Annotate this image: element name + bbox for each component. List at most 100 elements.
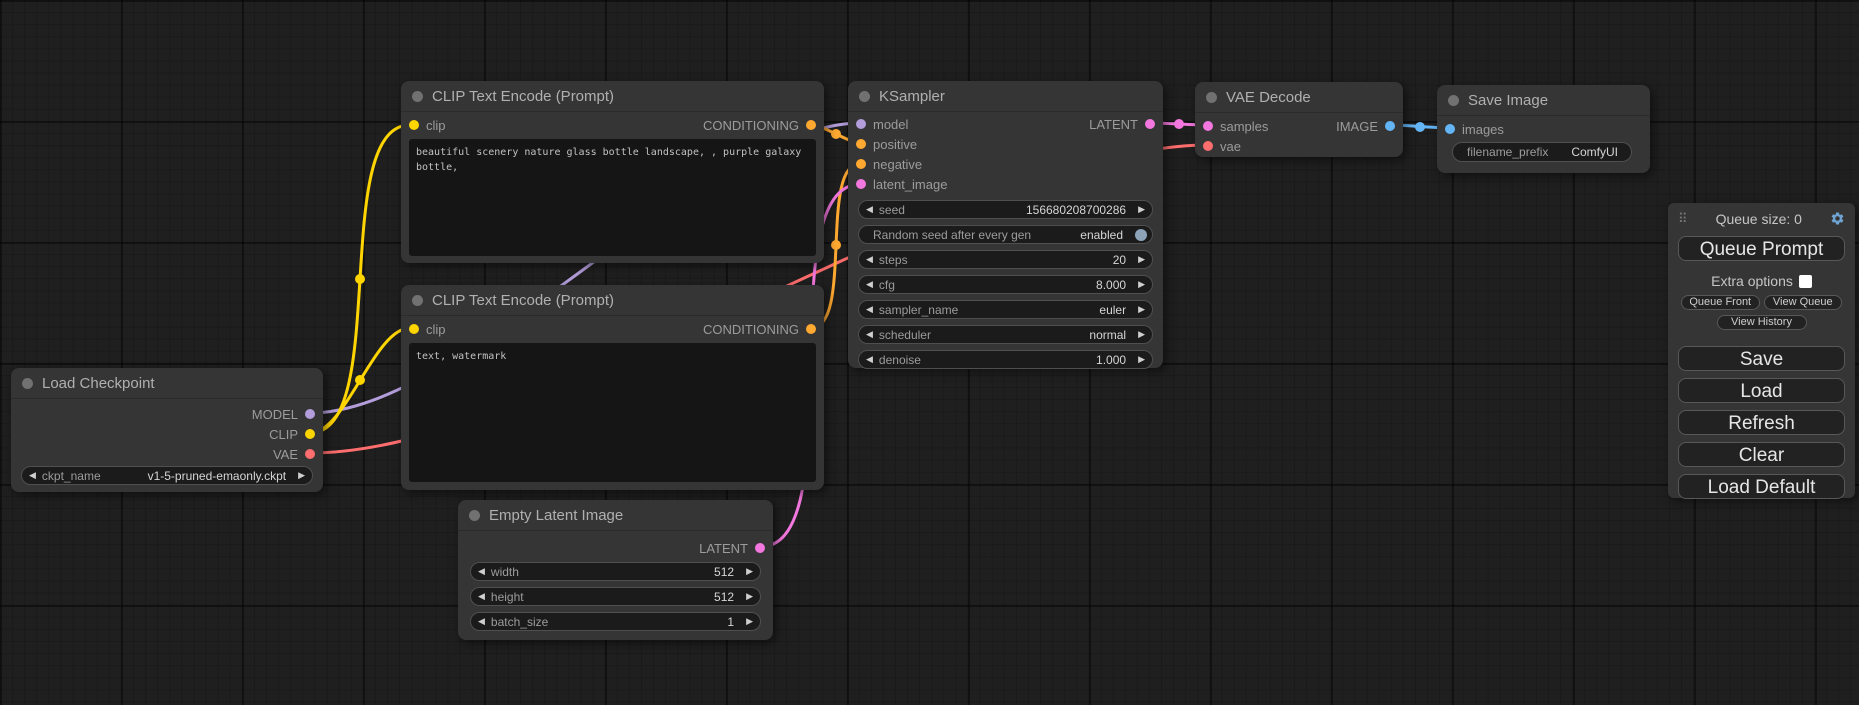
link-dot: [1174, 119, 1184, 129]
input-slot-vae[interactable]: [1203, 141, 1213, 151]
queue-size-label: Queue size: 0: [1716, 211, 1802, 227]
input-slot-model[interactable]: [856, 119, 866, 129]
node-title-bar[interactable]: Load Checkpoint: [11, 368, 323, 399]
filename-prefix-widget[interactable]: filename_prefix ComfyUI: [1452, 142, 1632, 162]
queue-prompt-button[interactable]: Queue Prompt: [1678, 236, 1845, 261]
node-title-bar[interactable]: CLIP Text Encode (Prompt): [401, 285, 824, 316]
input-slot-clip[interactable]: [409, 324, 419, 334]
gear-icon[interactable]: [1830, 211, 1845, 226]
input-label: negative: [873, 157, 922, 172]
widget-value: 8.000: [1096, 278, 1126, 292]
increment-icon[interactable]: ▶: [746, 592, 753, 601]
output-slot-conditioning[interactable]: [806, 120, 816, 130]
decrement-icon[interactable]: ◀: [29, 471, 36, 480]
extra-options-label: Extra options: [1711, 273, 1793, 289]
increment-icon[interactable]: ▶: [746, 567, 753, 576]
input-label: samples: [1220, 119, 1268, 134]
node-vae-decode[interactable]: VAE Decode samples IMAGE vae: [1195, 82, 1403, 157]
random-seed-toggle-widget[interactable]: Random seed after every gen enabled: [858, 225, 1153, 244]
collapse-dot-icon[interactable]: [469, 510, 480, 521]
refresh-button[interactable]: Refresh: [1678, 410, 1845, 435]
node-title: VAE Decode: [1226, 89, 1311, 106]
node-title-bar[interactable]: Save Image: [1437, 85, 1650, 116]
increment-icon[interactable]: ▶: [1138, 330, 1145, 339]
height-widget[interactable]: ◀ height 512 ▶: [470, 587, 761, 606]
input-slot-images[interactable]: [1445, 124, 1455, 134]
output-slot-conditioning[interactable]: [806, 324, 816, 334]
increment-icon[interactable]: ▶: [298, 471, 305, 480]
load-button[interactable]: Load: [1678, 378, 1845, 403]
input-row-negative: negative: [848, 154, 1163, 174]
drag-handle-icon[interactable]: ⠿: [1678, 211, 1688, 227]
widget-label: batch_size: [491, 615, 548, 629]
width-widget[interactable]: ◀ width 512 ▶: [470, 562, 761, 581]
denoise-widget[interactable]: ◀ denoise 1.000 ▶: [858, 350, 1153, 369]
view-history-button[interactable]: View History: [1717, 315, 1807, 330]
input-slot-negative[interactable]: [856, 159, 866, 169]
increment-icon[interactable]: ▶: [1138, 280, 1145, 289]
view-queue-button[interactable]: View Queue: [1764, 295, 1843, 310]
node-empty-latent-image[interactable]: Empty Latent Image LATENT ◀ width 512 ▶ …: [458, 500, 773, 640]
decrement-icon[interactable]: ◀: [866, 355, 873, 364]
node-title-bar[interactable]: Empty Latent Image: [458, 500, 773, 531]
decrement-icon[interactable]: ◀: [478, 567, 485, 576]
queue-front-button[interactable]: Queue Front: [1681, 295, 1760, 310]
collapse-dot-icon[interactable]: [859, 91, 870, 102]
decrement-icon[interactable]: ◀: [866, 280, 873, 289]
decrement-icon[interactable]: ◀: [866, 305, 873, 314]
output-slot-latent[interactable]: [755, 543, 765, 553]
node-title-bar[interactable]: KSampler: [848, 81, 1163, 112]
steps-widget[interactable]: ◀ steps 20 ▶: [858, 250, 1153, 269]
node-title: Save Image: [1468, 92, 1548, 109]
decrement-icon[interactable]: ◀: [478, 617, 485, 626]
collapse-dot-icon[interactable]: [412, 91, 423, 102]
increment-icon[interactable]: ▶: [1138, 355, 1145, 364]
output-slot-vae[interactable]: [305, 449, 315, 459]
load-default-button[interactable]: Load Default: [1678, 474, 1845, 499]
node-title: CLIP Text Encode (Prompt): [432, 292, 614, 309]
node-ksampler[interactable]: KSampler model LATENT positive negative …: [848, 81, 1163, 368]
prompt-textarea[interactable]: beautiful scenery nature glass bottle la…: [409, 139, 816, 256]
cfg-widget[interactable]: ◀ cfg 8.000 ▶: [858, 275, 1153, 294]
decrement-icon[interactable]: ◀: [866, 255, 873, 264]
collapse-dot-icon[interactable]: [412, 295, 423, 306]
toggle-enabled-icon[interactable]: [1135, 229, 1147, 241]
batch-size-widget[interactable]: ◀ batch_size 1 ▶: [470, 612, 761, 631]
prompt-textarea[interactable]: text, watermark: [409, 343, 816, 482]
output-slot-image[interactable]: [1385, 121, 1395, 131]
collapse-dot-icon[interactable]: [1206, 92, 1217, 103]
node-title-bar[interactable]: VAE Decode: [1195, 82, 1403, 113]
node-title-bar[interactable]: CLIP Text Encode (Prompt): [401, 81, 824, 112]
comfyui-canvas[interactable]: { "icons": { "left_arrow": "◀", "right_a…: [0, 0, 1859, 705]
scheduler-widget[interactable]: ◀ scheduler normal ▶: [858, 325, 1153, 344]
widget-value: 1.000: [1096, 353, 1126, 367]
node-load-checkpoint[interactable]: Load Checkpoint MODEL CLIP VAE ◀ ckpt_na…: [11, 368, 323, 492]
node-clip-text-encode-positive[interactable]: CLIP Text Encode (Prompt) clip CONDITION…: [401, 81, 824, 263]
increment-icon[interactable]: ▶: [1138, 205, 1145, 214]
decrement-icon[interactable]: ◀: [866, 205, 873, 214]
decrement-icon[interactable]: ◀: [866, 330, 873, 339]
node-clip-text-encode-negative[interactable]: CLIP Text Encode (Prompt) clip CONDITION…: [401, 285, 824, 490]
collapse-dot-icon[interactable]: [22, 378, 33, 389]
seed-widget[interactable]: ◀ seed 156680208700286 ▶: [858, 200, 1153, 219]
extra-options-row: Extra options: [1678, 273, 1845, 289]
input-slot-clip[interactable]: [409, 120, 419, 130]
sampler-name-widget[interactable]: ◀ sampler_name euler ▶: [858, 300, 1153, 319]
clear-button[interactable]: Clear: [1678, 442, 1845, 467]
input-slot-positive[interactable]: [856, 139, 866, 149]
output-slot-model[interactable]: [305, 409, 315, 419]
increment-icon[interactable]: ▶: [1138, 305, 1145, 314]
input-slot-latent-image[interactable]: [856, 179, 866, 189]
output-slot-latent[interactable]: [1145, 119, 1155, 129]
save-button[interactable]: Save: [1678, 346, 1845, 371]
output-slot-clip[interactable]: [305, 429, 315, 439]
increment-icon[interactable]: ▶: [1138, 255, 1145, 264]
node-save-image[interactable]: Save Image images filename_prefix ComfyU…: [1437, 85, 1650, 173]
decrement-icon[interactable]: ◀: [478, 592, 485, 601]
widget-value: enabled: [1080, 228, 1123, 242]
increment-icon[interactable]: ▶: [746, 617, 753, 626]
collapse-dot-icon[interactable]: [1448, 95, 1459, 106]
extra-options-checkbox[interactable]: [1799, 275, 1812, 288]
ckpt-name-widget[interactable]: ◀ ckpt_name v1-5-pruned-emaonly.ckpt ▶: [21, 466, 313, 485]
input-slot-samples[interactable]: [1203, 121, 1213, 131]
